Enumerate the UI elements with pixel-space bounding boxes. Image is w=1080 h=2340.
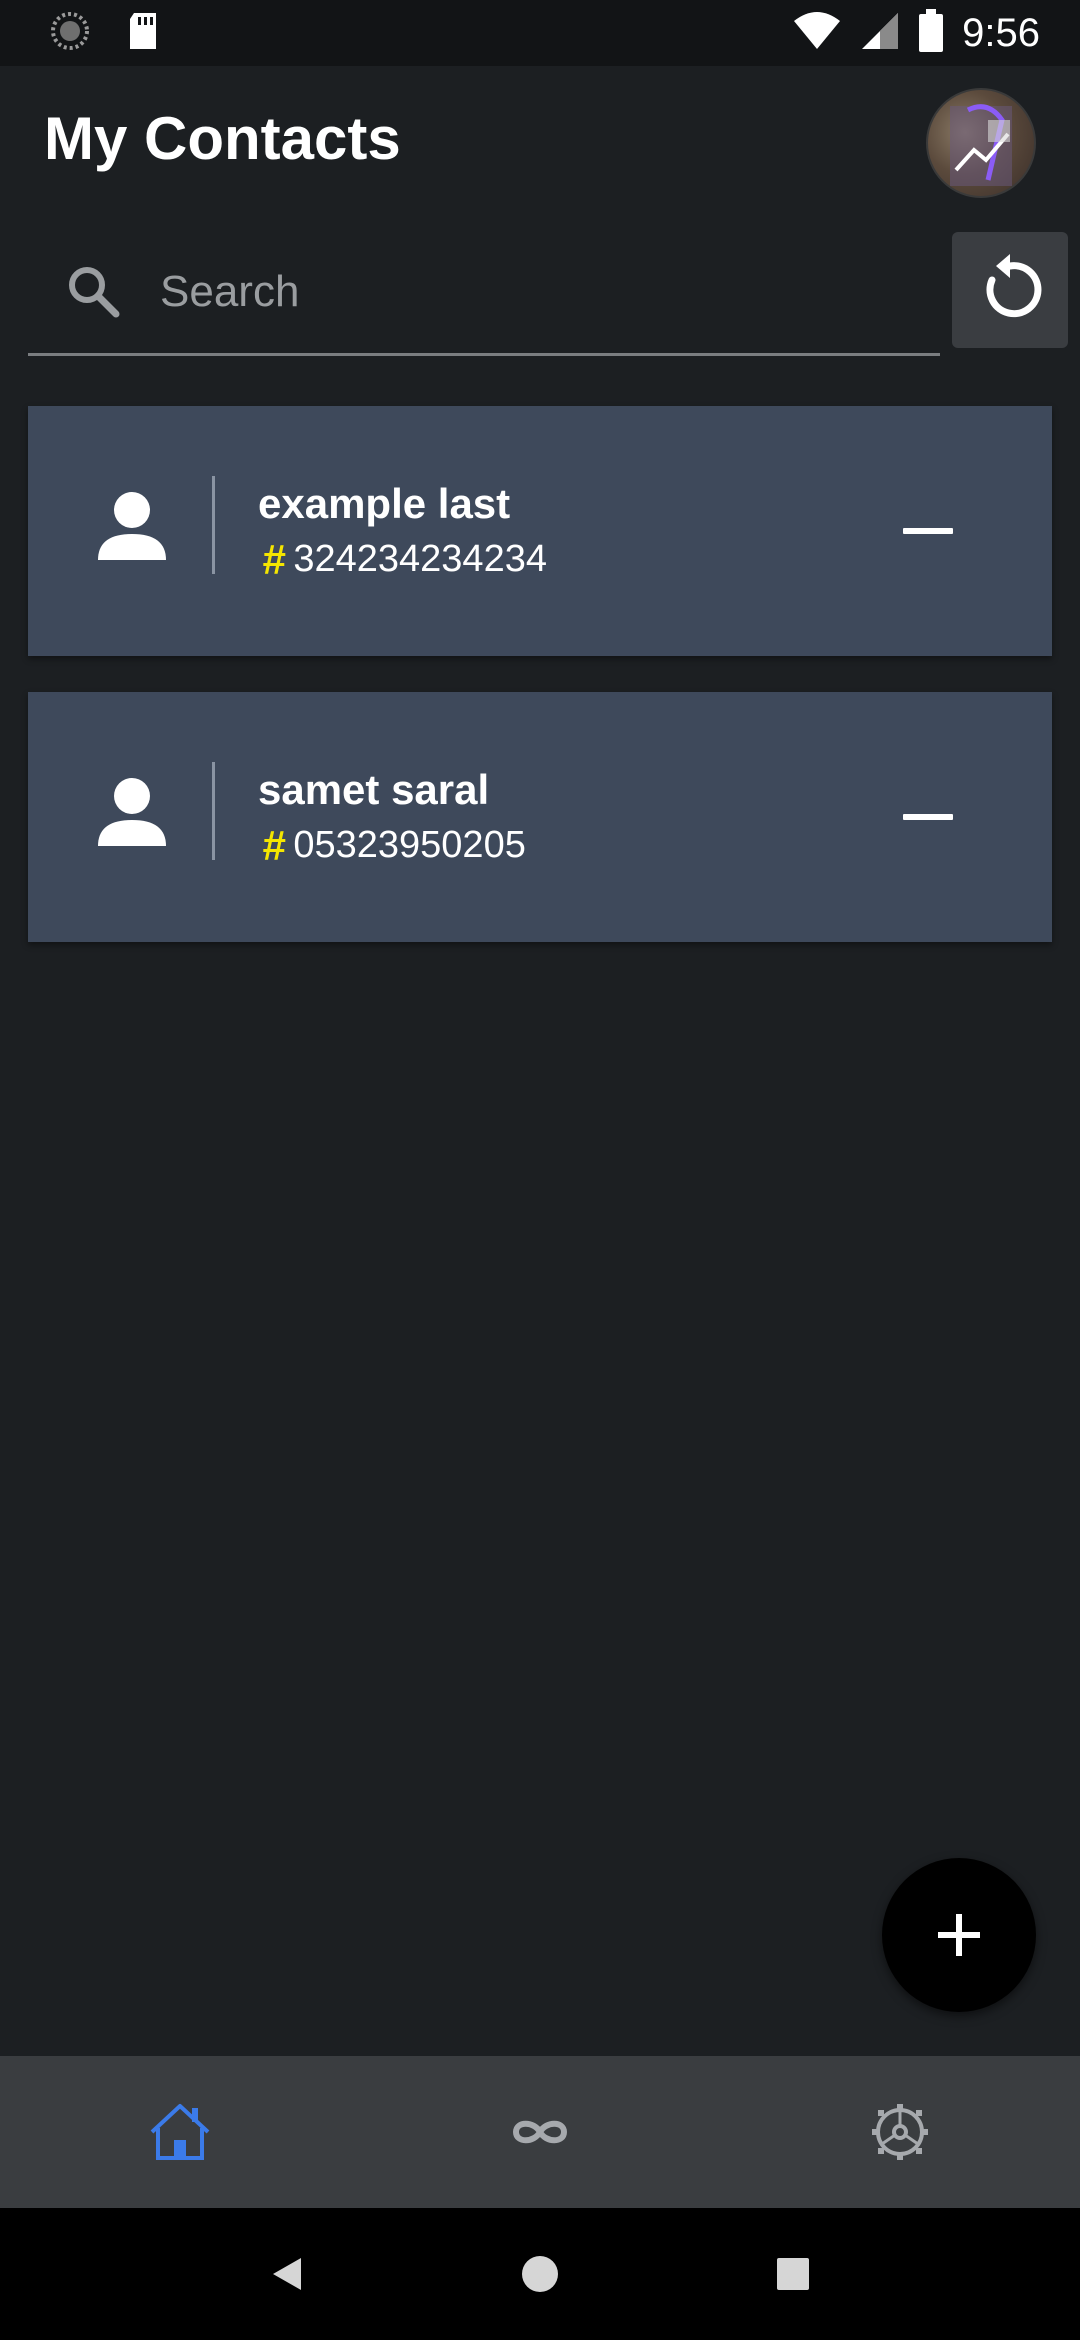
contact-name: example last — [258, 480, 511, 527]
home-button[interactable] — [500, 2234, 580, 2314]
infinity-icon — [512, 2120, 568, 2144]
sd-card-icon — [126, 11, 160, 56]
phone-row: # 05323950205 — [262, 824, 526, 867]
avatar[interactable] — [926, 88, 1036, 198]
hash-icon: # — [262, 821, 286, 869]
battery-icon — [918, 8, 944, 58]
phone-row: # 324234234234 — [262, 538, 547, 581]
status-right: 9:56 — [792, 8, 1040, 58]
settings-icon — [872, 2104, 928, 2160]
card-divider — [212, 476, 215, 574]
page-title: My Contacts — [44, 105, 401, 172]
remove-contact-button[interactable] — [888, 782, 968, 852]
wifi-icon — [792, 11, 842, 56]
home-icon — [150, 2104, 210, 2160]
bottom-nav — [0, 2056, 1080, 2208]
system-nav-bar — [0, 2208, 1080, 2340]
contact-card[interactable]: samet saral # 05323950205 — [28, 692, 1052, 942]
nav-item-settings[interactable] — [800, 2072, 1000, 2192]
refresh-icon — [986, 254, 1042, 318]
hash-icon: # — [262, 535, 286, 583]
contact-name: samet saral — [258, 766, 490, 813]
home-circle-icon — [521, 2256, 558, 2292]
plus-icon — [938, 1914, 980, 1956]
back-icon — [272, 2258, 301, 2290]
card-divider — [212, 762, 215, 860]
person-icon — [94, 488, 170, 564]
search-icon — [64, 262, 122, 320]
status-time: 9:56 — [962, 10, 1040, 55]
recents-button[interactable] — [753, 2234, 833, 2314]
signal-icon — [860, 11, 900, 56]
contact-phone: 324234234234 — [293, 538, 547, 580]
status-left — [50, 11, 160, 56]
contact-card[interactable]: example last # 324234234234 — [28, 406, 1052, 656]
sync-icon — [50, 11, 90, 56]
status-bar: 9:56 — [0, 0, 1080, 66]
remove-contact-button[interactable] — [888, 496, 968, 566]
contacts-screen: 9:56 My Contacts Search example last # 3… — [0, 0, 1080, 2340]
search-input[interactable] — [160, 254, 900, 330]
minus-icon — [903, 528, 953, 534]
refresh-button[interactable] — [952, 232, 1068, 348]
recents-icon — [777, 2258, 810, 2290]
minus-icon — [903, 814, 953, 820]
nav-item-home[interactable] — [80, 2072, 280, 2192]
back-button[interactable] — [247, 2234, 327, 2314]
person-icon — [94, 774, 170, 850]
add-contact-button[interactable] — [882, 1858, 1036, 2012]
nav-item-infinity[interactable] — [440, 2072, 640, 2192]
search-field — [28, 232, 940, 356]
contact-phone: 05323950205 — [293, 824, 526, 866]
